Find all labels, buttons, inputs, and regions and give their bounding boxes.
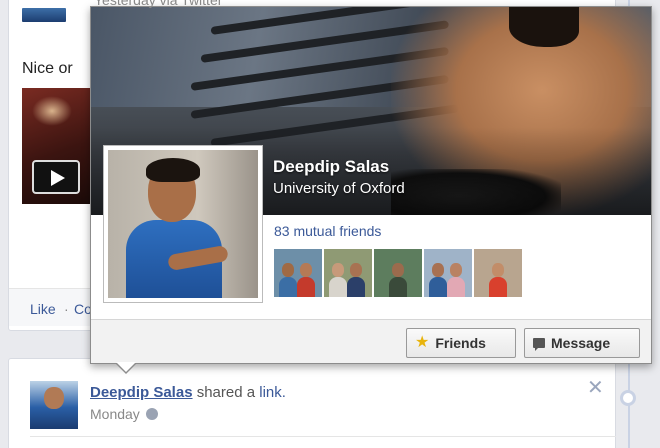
profile-picture-hair (146, 158, 200, 182)
post-link[interactable]: link. (259, 384, 286, 401)
friend-figure (347, 277, 365, 297)
video-thumbnail-highlight (32, 96, 72, 126)
friend-figure (447, 277, 465, 297)
post-meta: Monday (90, 406, 158, 422)
mutual-friend-thumbnail[interactable] (374, 249, 422, 297)
mutual-friends-list (274, 249, 522, 297)
cover-person-hair (509, 7, 579, 47)
friend-face (450, 263, 462, 277)
mutual-friend-thumbnail[interactable] (274, 249, 322, 297)
hovercard-pointer (115, 362, 137, 374)
video-thumbnail[interactable] (22, 88, 94, 204)
hovercard-subtitle: University of Oxford (273, 180, 405, 197)
play-icon[interactable] (32, 160, 80, 194)
post-author-name[interactable]: Deepdip Salas (90, 384, 193, 401)
timeline-dot (620, 390, 636, 406)
post-action-text: shared a (196, 384, 256, 401)
friend-figure (329, 277, 347, 297)
friend-figure (297, 277, 315, 297)
friend-face (492, 263, 504, 277)
globe-icon[interactable] (145, 408, 158, 420)
message-icon (533, 338, 545, 351)
profile-picture[interactable] (103, 145, 263, 303)
hovercard-footer: ★ Friends Message (91, 319, 651, 363)
friend-figure (279, 277, 297, 297)
profile-picture-image (108, 150, 258, 298)
friend-figure (389, 277, 407, 297)
profile-hovercard: Deepdip Salas University of Oxford 83 mu… (90, 6, 652, 364)
friends-button-label: Friends (435, 335, 486, 351)
message-button-label: Message (551, 335, 611, 351)
friend-face (392, 263, 404, 277)
feed-story-bottom (8, 358, 616, 448)
friend-face (350, 263, 362, 277)
friend-face (432, 263, 444, 277)
mutual-friend-thumbnail[interactable] (474, 249, 522, 297)
mutual-friend-thumbnail[interactable] (424, 249, 472, 297)
divider (30, 436, 616, 437)
message-button[interactable]: Message (524, 328, 640, 358)
story-text: Nice or (22, 60, 73, 77)
friend-figure (489, 277, 507, 297)
story-author-avatar[interactable] (22, 8, 66, 22)
star-icon: ★ (415, 334, 430, 351)
friends-button[interactable]: ★ Friends (406, 328, 516, 358)
story-via-text: Yesterday via Twitter (94, 0, 223, 8)
post-headline: Deepdip Salas shared a link. (90, 384, 286, 401)
action-separator: · (64, 301, 69, 317)
post-timestamp[interactable]: Monday (90, 406, 140, 422)
mutual-friends-link[interactable]: 83 mutual friends (274, 223, 381, 239)
close-icon[interactable]: ✕ (587, 378, 604, 398)
friend-figure (429, 277, 447, 297)
like-link[interactable]: Like (30, 301, 56, 317)
friend-face (300, 263, 312, 277)
post-author-avatar[interactable] (30, 381, 78, 429)
mutual-friend-thumbnail[interactable] (324, 249, 372, 297)
hovercard-name[interactable]: Deepdip Salas (273, 157, 389, 177)
friend-face (332, 263, 344, 277)
avatar-face (44, 387, 64, 409)
friend-face (282, 263, 294, 277)
